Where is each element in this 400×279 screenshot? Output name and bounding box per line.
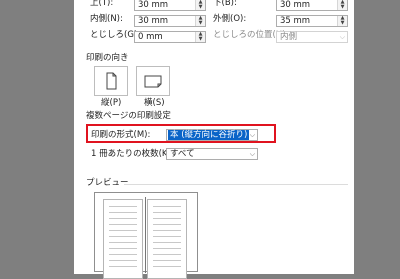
gutter-value: 0 mm [138, 32, 163, 42]
top-margin-spinner[interactable]: 30 mm ▲ ▼ [134, 0, 206, 11]
spinner-arrows[interactable]: ▲ ▼ [195, 0, 205, 10]
chevron-down-icon[interactable]: ⌵ [250, 149, 255, 159]
portrait-button[interactable] [94, 66, 128, 96]
bottom-margin-spinner[interactable]: 30 mm ▲ ▼ [276, 0, 348, 11]
inside-margin-value: 30 mm [138, 16, 169, 26]
bottom-margin-label: 下(B): [213, 0, 237, 8]
orientation-section-title: 印刷の向き [86, 53, 129, 63]
landscape-page-icon [144, 75, 162, 88]
outside-margin-spinner[interactable]: 35 mm ▲ ▼ [276, 15, 348, 27]
inside-margin-spinner[interactable]: 30 mm ▲ ▼ [134, 15, 206, 27]
gutter-position-value: 内側 [280, 32, 298, 42]
preview-left-page [103, 199, 143, 279]
preview-section-title: プレビュー [86, 178, 129, 188]
preview-right-page [147, 199, 187, 279]
spinner-arrows[interactable]: ▲ ▼ [195, 16, 205, 26]
preview-pane [94, 192, 198, 279]
arrow-down-icon[interactable]: ▼ [196, 5, 205, 10]
top-margin-value: 30 mm [138, 0, 169, 10]
gutter-spinner[interactable]: 0 mm ▲ ▼ [134, 31, 206, 43]
print-format-highlight [86, 124, 276, 143]
bottom-margin-value: 30 mm [280, 0, 311, 10]
top-margin-label: 上(T): [90, 0, 114, 8]
outside-margin-label: 外側(O): [213, 14, 247, 24]
arrow-down-icon[interactable]: ▼ [338, 5, 347, 10]
spinner-arrows[interactable]: ▲ ▼ [337, 16, 347, 26]
arrow-down-icon[interactable]: ▼ [196, 37, 205, 42]
preview-spine [145, 197, 146, 273]
sheets-per-booklet-value: すべて [170, 149, 195, 159]
gutter-label: とじしろ(G): [90, 30, 141, 40]
chevron-down-icon: ⌵ [339, 33, 345, 41]
arrow-down-icon[interactable]: ▼ [338, 21, 347, 26]
landscape-button[interactable] [136, 66, 170, 96]
outside-margin-value: 35 mm [280, 16, 311, 26]
sheets-per-booklet-label: 1 冊あたりの枚数(K): [91, 149, 174, 159]
portrait-page-icon [106, 72, 117, 90]
portrait-label[interactable]: 縦(P) [101, 98, 121, 109]
sheets-per-booklet-select[interactable]: すべて ⌵ [166, 148, 258, 160]
gutter-position-select: 内側 ⌵ [276, 31, 348, 43]
preview-divider [124, 184, 348, 185]
inside-margin-label: 内側(N): [90, 14, 123, 24]
multiple-pages-section-title: 複数ページの印刷設定 [86, 111, 171, 121]
landscape-label[interactable]: 横(S) [144, 98, 165, 109]
spinner-arrows[interactable]: ▲ ▼ [195, 32, 205, 42]
spinner-arrows[interactable]: ▲ ▼ [337, 0, 347, 10]
arrow-down-icon[interactable]: ▼ [196, 21, 205, 26]
